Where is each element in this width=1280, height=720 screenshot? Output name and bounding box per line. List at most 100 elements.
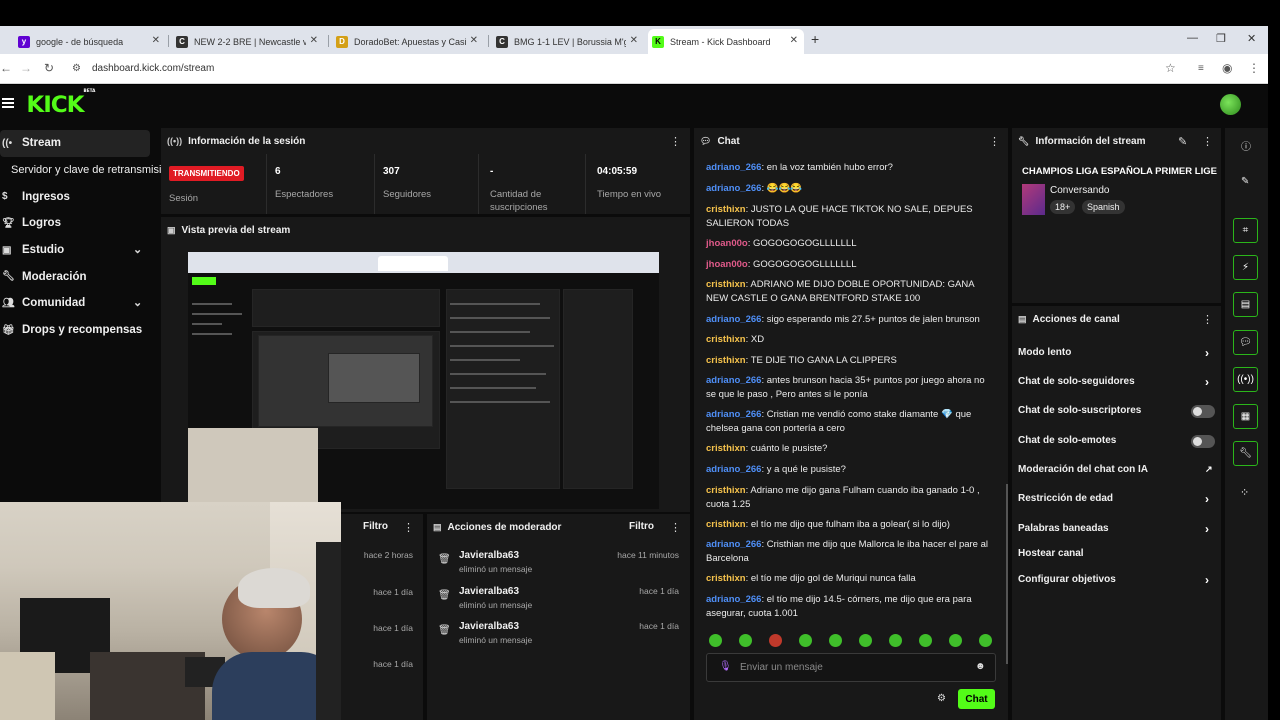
minimize-icon[interactable]: — [1187,32,1198,44]
menu-icon[interactable] [2,98,14,108]
browser-tab[interactable]: y google - de búsqueda ✕ [14,29,166,54]
forward-icon[interactable]: → [20,61,32,75]
wrench-icon[interactable]: 🔧︎ [1233,441,1258,466]
bookmark-star-icon[interactable]: ☆ [1165,61,1176,75]
sidebar-item-drops[interactable]: 🎁︎ Drops y recompensas [0,317,158,344]
emote-icon[interactable] [709,634,722,647]
media-icon[interactable]: ≡ [1198,63,1204,74]
sidebar-item-stream[interactable]: ((• Stream [0,130,150,157]
channel-action-item[interactable]: Hostear canal [1018,548,1084,559]
filter-button[interactable]: Filtro [629,521,654,532]
sidebar-item-estudio[interactable]: ▣ Estudio ⌄ [0,237,158,264]
clipboard-icon[interactable]: ▤ [1233,292,1258,317]
emote-icon[interactable] [979,634,992,647]
chevron-right-icon[interactable]: › [1205,573,1209,587]
chat-username[interactable]: cristhixn [706,334,746,345]
kebab-menu-icon[interactable]: ⋮ [1202,313,1213,326]
chevron-down-icon[interactable]: ⌄ [133,243,142,256]
emote-icon[interactable] [919,634,932,647]
browser-tab-active[interactable]: K Stream - Kick Dashboard ✕ [648,29,804,54]
chat-username[interactable]: adriano_266 [706,594,761,605]
chat-username[interactable]: cristhixn [706,519,746,530]
sidebar-item-ingresos[interactable]: $ Ingresos [0,183,158,210]
chat-username[interactable]: cristhixn [706,204,746,215]
close-tab-icon[interactable]: ✕ [152,35,160,46]
toggle-switch[interactable] [1191,405,1215,418]
sidebar-item-moderacion[interactable]: 🔧︎ Moderación [0,263,158,290]
chat-scrollbar[interactable] [1006,484,1008,664]
emote-icon[interactable] [949,634,962,647]
close-tab-icon[interactable]: ✕ [470,35,478,46]
pencil-icon[interactable]: ✎ [1241,176,1249,187]
kebab-menu-icon[interactable]: ⋮ [989,135,1000,148]
maximize-icon[interactable]: ❐ [1216,32,1226,45]
channel-action-item[interactable]: Configurar objetivos [1018,574,1116,585]
mic-icon[interactable]: 🎙︎ [719,661,732,672]
emote-icon[interactable] [739,634,752,647]
emote-icon[interactable] [889,634,902,647]
chat-username[interactable]: cristhixn [706,443,746,454]
chat-input[interactable]: 🎙︎ Enviar un mensaje ☻ [706,653,996,682]
mod-username[interactable]: Javieralba63 [459,550,519,561]
emote-icon[interactable] [859,634,872,647]
emoji-icon[interactable]: ☻ [975,661,986,672]
broadcast-icon[interactable]: ((•)) [1233,367,1258,392]
chevron-right-icon[interactable]: › [1205,346,1209,360]
close-tab-icon[interactable]: ✕ [790,35,798,46]
chat-bubble-icon[interactable]: 💬︎ [1233,330,1258,355]
toggle-switch[interactable] [1191,435,1215,448]
emote-icon[interactable] [829,634,842,647]
browser-menu-icon[interactable]: ⋮ [1248,61,1260,75]
chat-username[interactable]: adriano_266 [706,375,761,386]
layout-icon[interactable]: ▦ [1233,404,1258,429]
category-thumbnail[interactable] [1022,184,1045,215]
site-info-icon[interactable]: ⚙ [72,63,81,74]
chat-username[interactable]: adriano_266 [706,314,761,325]
sidebar-item-server-key[interactable]: Servidor y clave de retransmisión [0,157,174,184]
chat-username[interactable]: jhoan00o [706,238,748,249]
stream-preview-video[interactable] [188,252,659,509]
emote-icon[interactable] [799,634,812,647]
chat-username[interactable]: cristhixn [706,279,746,290]
kebab-menu-icon[interactable]: ⋮ [403,521,414,534]
channel-action-item[interactable]: Moderación del chat con IA [1018,464,1148,475]
mod-username[interactable]: Javieralba63 [459,621,519,632]
chevron-right-icon[interactable]: › [1205,375,1209,389]
chevron-down-icon[interactable]: ⌄ [133,296,142,309]
apps-icon[interactable]: ⁘ [1240,486,1249,499]
channel-action-item[interactable]: Palabras baneadas [1018,523,1109,534]
lightning-icon[interactable]: ⚡︎ [1233,255,1258,280]
back-icon[interactable]: ← [0,61,12,75]
chevron-right-icon[interactable]: › [1205,492,1209,506]
emote-icon[interactable] [769,634,782,647]
new-tab-button[interactable]: + [811,31,819,47]
sidebar-item-comunidad[interactable]: 👥︎ Comunidad ⌄ [0,290,158,317]
chat-username[interactable]: cristhixn [706,573,746,584]
kick-logo[interactable]: KICKBETA [26,88,95,118]
chat-settings-icon[interactable]: ⚙ [937,693,946,704]
edit-icon[interactable]: ✎ [1178,135,1187,148]
profile-icon[interactable]: ◉ [1222,61,1232,75]
close-window-icon[interactable]: ✕ [1247,32,1256,45]
reload-icon[interactable]: ↻ [44,61,54,75]
scan-icon[interactable]: ⌗ [1233,218,1258,243]
chat-username[interactable]: adriano_266 [706,409,761,420]
browser-tab[interactable]: C BMG 1-1 LEV | Borussia M'gladb ✕ [492,29,644,54]
external-link-icon[interactable]: ↗ [1205,464,1213,475]
chat-username[interactable]: adriano_266 [706,183,761,194]
url-field[interactable]: dashboard.kick.com/stream [92,63,214,74]
chat-username[interactable]: cristhixn [706,355,746,366]
channel-action-item[interactable]: Modo lento [1018,347,1071,358]
kebab-menu-icon[interactable]: ⋮ [1202,135,1213,148]
chat-username[interactable]: cristhixn [706,485,746,496]
filter-button[interactable]: Filtro [363,521,388,532]
browser-tab[interactable]: D DoradoBet: Apuestas y Casino ✕ [332,29,484,54]
channel-action-item[interactable]: Chat de solo-emotes [1018,435,1116,446]
user-avatar[interactable] [1220,94,1241,115]
channel-action-item[interactable]: Chat de solo-suscriptores [1018,405,1141,416]
chat-username[interactable]: adriano_266 [706,539,761,550]
chat-username[interactable]: jhoan00o [706,259,748,270]
channel-action-item[interactable]: Restricción de edad [1018,493,1113,504]
close-tab-icon[interactable]: ✕ [630,35,638,46]
kebab-menu-icon[interactable]: ⋮ [670,521,681,534]
